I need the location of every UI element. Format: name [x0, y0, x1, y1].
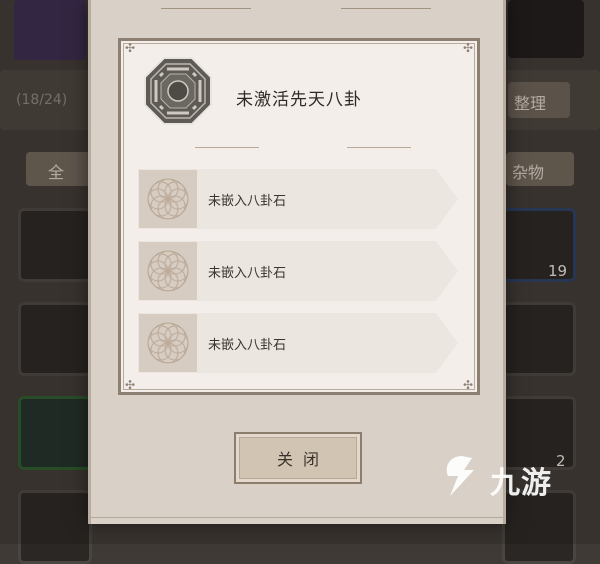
slot-label: 未嵌入八卦石 [208, 194, 287, 209]
empty-stone-icon [139, 242, 197, 300]
bottom-rule [91, 517, 503, 518]
divider-left [195, 147, 259, 148]
corner-ornament: ✣ [463, 41, 474, 55]
bagua-dialog: ✣ ✣ ✣ ✣ 未激活先天八卦 未嵌入八卦石 未嵌入八卦石 未嵌入八卦石 关闭 [88, 0, 506, 524]
corner-ornament: ✣ [125, 378, 136, 392]
top-ornament-left [161, 8, 251, 17]
slot-label: 未嵌入八卦石 [208, 338, 287, 353]
slot-label: 未嵌入八卦石 [208, 266, 287, 281]
close-button[interactable]: 关闭 [234, 432, 362, 484]
divider-right [347, 147, 411, 148]
watermark-text: 九游 [490, 466, 552, 501]
bagua-icon [144, 57, 212, 125]
empty-stone-icon [139, 170, 197, 228]
corner-ornament: ✣ [463, 378, 474, 392]
dialog-title: 未激活先天八卦 [236, 90, 362, 110]
bagua-panel: ✣ ✣ ✣ ✣ 未激活先天八卦 未嵌入八卦石 未嵌入八卦石 未嵌入八卦石 [118, 38, 480, 395]
corner-ornament: ✣ [125, 41, 136, 55]
bagua-stone-slot-1[interactable]: 未嵌入八卦石 [138, 169, 458, 229]
top-ornament-right [341, 8, 431, 17]
bagua-stone-slot-2[interactable]: 未嵌入八卦石 [138, 241, 458, 301]
watermark: 九游 [438, 452, 588, 502]
empty-stone-icon [139, 314, 197, 372]
bagua-stone-slot-3[interactable]: 未嵌入八卦石 [138, 313, 458, 373]
watermark-logo-icon [446, 456, 474, 496]
close-button-label: 关闭 [276, 450, 329, 469]
